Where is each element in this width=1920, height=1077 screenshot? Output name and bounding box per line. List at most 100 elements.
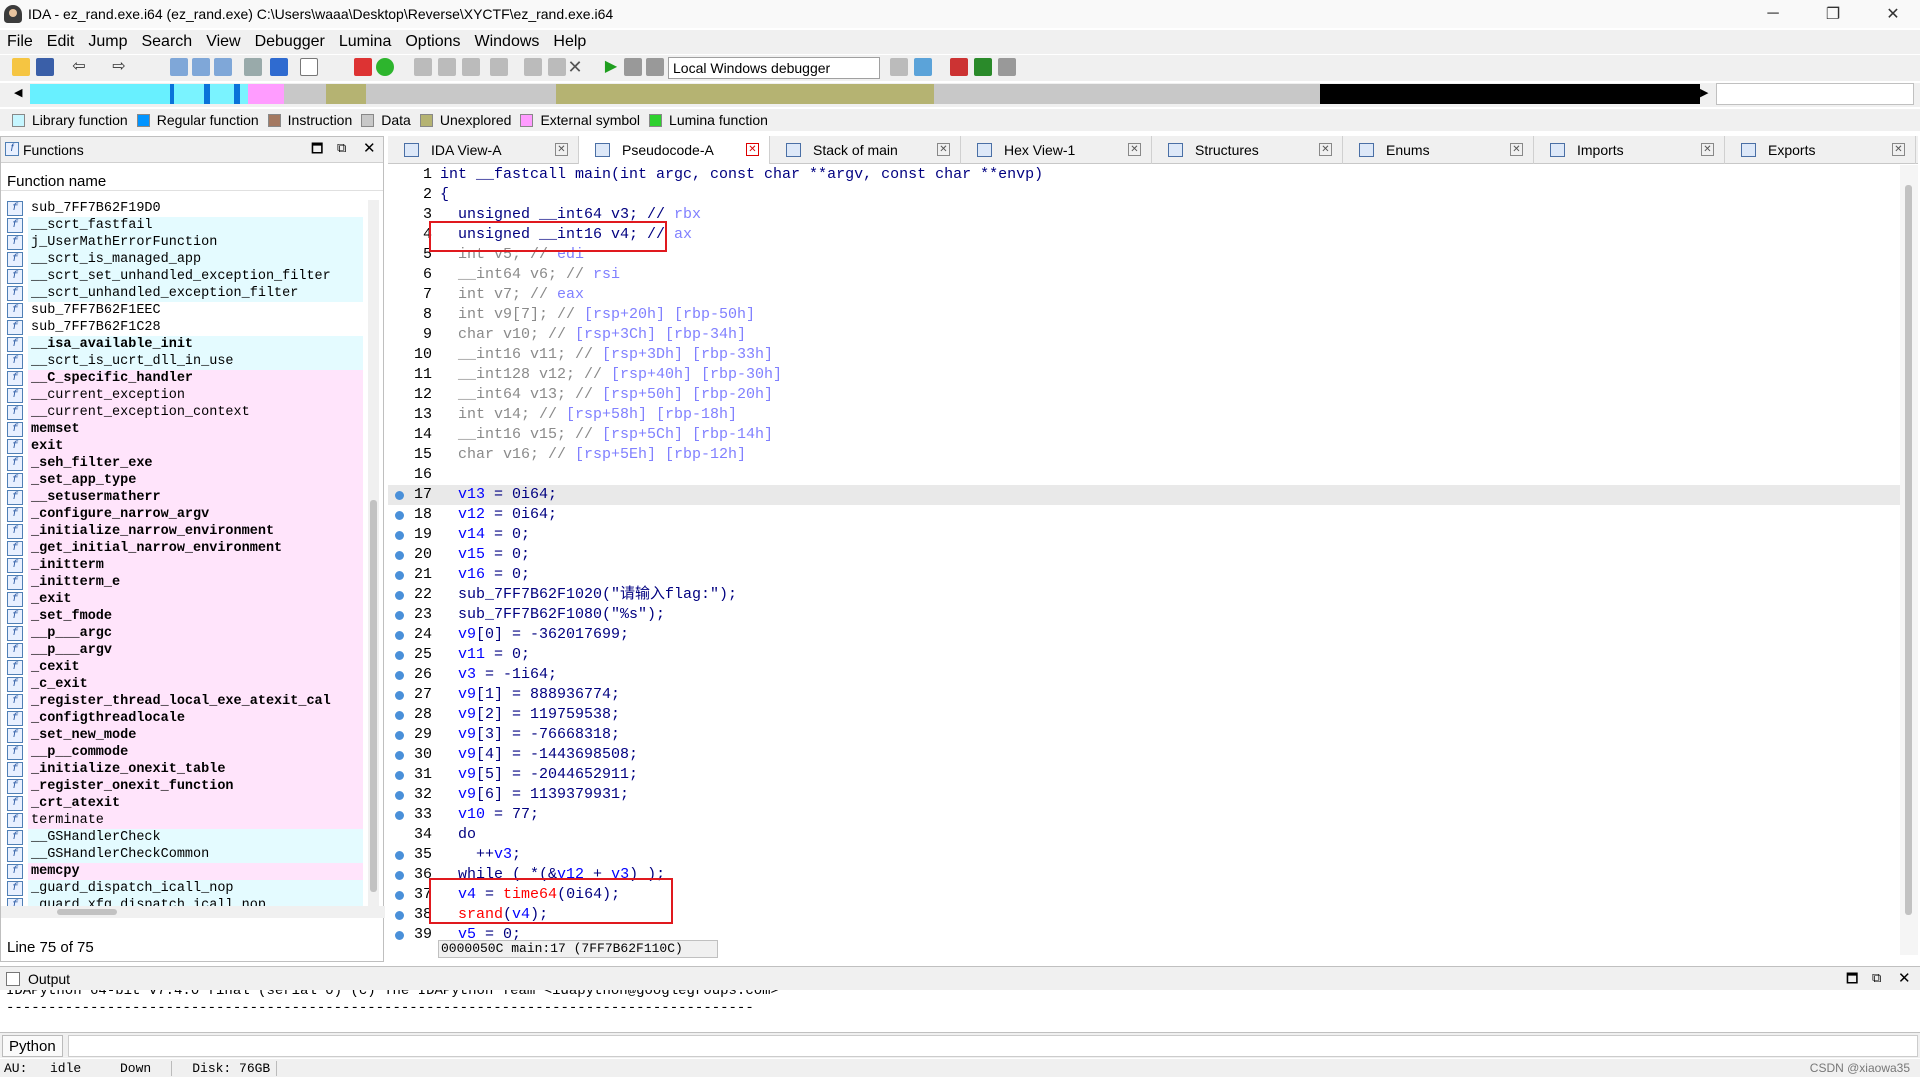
close-button[interactable]: ✕ [1866,0,1920,28]
function-list-item[interactable]: f sub_7FF7B62F1EEC [1,302,363,319]
code-line[interactable]: 16 [388,465,1900,485]
function-list-item[interactable]: f __GSHandlerCheck [1,829,363,846]
maximize-button[interactable]: ❐ [1806,0,1860,28]
tab-stack-of-main[interactable]: Stack of main ✕ [770,136,961,164]
code-line[interactable]: 21 v16 = 0; [388,565,1900,585]
nav-left-arrow-icon[interactable]: ◀ [14,86,22,99]
function-list-item[interactable]: f memset [1,421,363,438]
code-line[interactable]: 26 v3 = -1i64; [388,665,1900,685]
function-list-item[interactable]: f __p___argv [1,642,363,659]
code-line[interactable]: 13 int v14; // [rsp+58h] [rbp-18h] [388,405,1900,425]
step-icon[interactable] [914,58,932,76]
python-command-input[interactable] [68,1035,1918,1057]
code-line[interactable]: 12 __int64 v13; // [rsp+50h] [rbp-20h] [388,385,1900,405]
struct-icon-1[interactable] [414,58,432,76]
menu-options[interactable]: Options [398,33,467,51]
back-arrow-icon[interactable]: ⇦ [70,58,88,76]
code-line[interactable]: 6 __int64 v6; // rsi [388,265,1900,285]
code-line[interactable]: 9 char v10; // [rsp+3Ch] [rbp-34h] [388,325,1900,345]
nav-right-arrow-icon[interactable]: ▶ [1700,86,1708,99]
code-line[interactable]: 25 v11 = 0; [388,645,1900,665]
breakpoint-list-icon[interactable] [950,58,968,76]
code-line[interactable]: 17 v13 = 0i64; [388,485,1900,505]
function-list-item[interactable]: f __C_specific_handler [1,370,363,387]
tab-imports[interactable]: Imports ✕ [1534,136,1725,164]
function-name-column-header[interactable]: Function name [1,163,383,191]
menu-file[interactable]: File [0,33,40,51]
debug-option-icon[interactable] [890,58,908,76]
tab-close-icon[interactable]: ✕ [746,143,759,156]
code-line[interactable]: 18 v12 = 0i64; [388,505,1900,525]
code-line[interactable]: 30 v9[4] = -1443698508; [388,745,1900,765]
debugger-select[interactable]: Local Windows debugger [668,57,880,79]
tab-enums[interactable]: Enums ✕ [1343,136,1534,164]
function-list-item[interactable]: f _exit [1,591,363,608]
struct-icon-4[interactable] [490,58,508,76]
struct-icon-6[interactable] [548,58,566,76]
menu-help[interactable]: Help [546,33,593,51]
trace-icon[interactable] [998,58,1016,76]
code-line[interactable]: 34 do [388,825,1900,845]
function-list-item[interactable]: f __scrt_is_ucrt_dll_in_use [1,353,363,370]
tab-structures[interactable]: Structures ✕ [1152,136,1343,164]
function-list-item[interactable]: f _c_exit [1,676,363,693]
minimize-button[interactable]: ─ [1746,0,1800,28]
navigation-bar[interactable] [30,84,1700,104]
code-line[interactable]: 7 int v7; // eax [388,285,1900,305]
function-list-item[interactable]: f __scrt_fastfail [1,217,363,234]
menu-lumina[interactable]: Lumina [332,33,398,51]
functions-vertical-scrollbar[interactable] [368,200,379,906]
jump-icon[interactable] [244,58,262,76]
graph-icon[interactable] [354,58,372,76]
python-language-button[interactable]: Python [2,1035,63,1057]
output-close-icon[interactable]: ✕ [1898,969,1911,987]
function-list-item[interactable]: f __current_exception_context [1,404,363,421]
menu-search[interactable]: Search [134,33,199,51]
tab-close-icon[interactable]: ✕ [1701,143,1714,156]
tab-hex-view-1[interactable]: Hex View-1 ✕ [961,136,1152,164]
code-line[interactable]: 31 v9[5] = -2044652911; [388,765,1900,785]
function-list-item[interactable]: f _initterm_e [1,574,363,591]
function-list-item[interactable]: f _crt_atexit [1,795,363,812]
function-list-item[interactable]: f _seh_filter_exe [1,455,363,472]
function-list-item[interactable]: f __setusermatherr [1,489,363,506]
pseudocode-vertical-scrollbar[interactable] [1900,165,1918,955]
forward-arrow-icon[interactable]: ⇨ [110,58,128,76]
code-line[interactable]: 1 int __fastcall main(int argc, const cha… [388,165,1900,185]
open-folder-icon[interactable] [12,58,30,76]
function-list-item[interactable]: f _get_initial_narrow_environment [1,540,363,557]
tab-ida-view-a[interactable]: IDA View-A ✕ [388,136,579,164]
scroll-thumb[interactable] [370,500,377,892]
tab-close-icon[interactable]: ✕ [1319,143,1332,156]
down-arrow-icon[interactable] [270,58,288,76]
function-list-item[interactable]: f _guard_xfg_dispatch_icall_nop [1,897,363,906]
function-list-item[interactable]: f memcpy [1,863,363,880]
add-breakpoint-icon[interactable] [974,58,992,76]
code-line[interactable]: 10 __int16 v11; // [rsp+3Dh] [rbp-33h] [388,345,1900,365]
code-line[interactable]: 2{ [388,185,1900,205]
tab-pseudocode-a[interactable]: Pseudocode-A ✕ [579,136,770,164]
function-list-item[interactable]: f sub_7FF7B62F1C28 [1,319,363,336]
search-binary-icon[interactable] [170,58,188,76]
hscroll-thumb[interactable] [57,909,117,915]
panel-float-icon[interactable]: ⧉ [337,140,346,156]
function-list-item[interactable]: f j_UserMathErrorFunction [1,234,363,251]
menu-edit[interactable]: Edit [40,33,82,51]
function-list-item[interactable]: f __scrt_is_managed_app [1,251,363,268]
output-float-icon[interactable]: ⧉ [1872,970,1881,986]
tab-close-icon[interactable]: ✕ [1892,143,1905,156]
code-line[interactable]: 8 int v9[7]; // [rsp+20h] [rbp-50h] [388,305,1900,325]
struct-icon-5[interactable] [524,58,542,76]
function-list-item[interactable]: f __current_exception [1,387,363,404]
code-line[interactable]: 35 ++v3; [388,845,1900,865]
function-list-item[interactable]: f sub_7FF7B62F19D0 [1,200,363,217]
code-line[interactable]: 22 sub_7FF7B62F1020("请输入flag:"); [388,585,1900,605]
code-line[interactable]: 32 v9[6] = 1139379931; [388,785,1900,805]
function-list-item[interactable]: f _initterm [1,557,363,574]
code-line[interactable]: 11 __int128 v12; // [rsp+40h] [rbp-30h] [388,365,1900,385]
function-list-item[interactable]: f _cexit [1,659,363,676]
function-list-item[interactable]: f __isa_available_init [1,336,363,353]
function-list-item[interactable]: f _set_fmode [1,608,363,625]
output-restore-icon[interactable]: 🗖 [1846,970,1858,992]
tab-exports[interactable]: Exports ✕ [1725,136,1916,164]
